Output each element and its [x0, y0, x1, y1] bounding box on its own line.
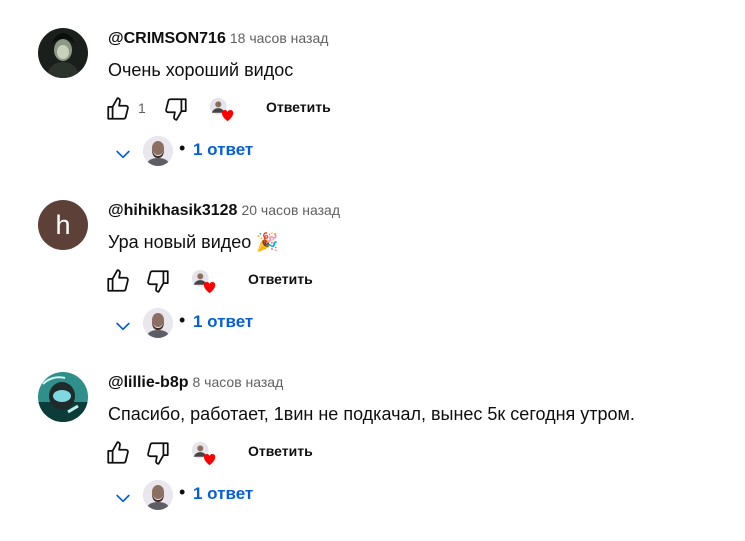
like-icon[interactable]	[105, 440, 131, 466]
avatar[interactable]: h	[38, 200, 88, 250]
like-icon[interactable]	[105, 96, 131, 122]
comment-time[interactable]: 8 часов назад	[193, 374, 284, 390]
chevron-down-icon	[113, 488, 133, 508]
like-icon[interactable]	[105, 268, 131, 294]
reply-button[interactable]: Ответить	[266, 99, 331, 115]
replies-count[interactable]: 1 ответ	[193, 484, 253, 504]
replies-count[interactable]: 1 ответ	[193, 312, 253, 332]
avatar[interactable]	[38, 28, 88, 78]
reply-avatar	[143, 480, 173, 510]
reply-avatar	[143, 136, 173, 166]
chevron-down-icon	[113, 316, 133, 336]
comment-author[interactable]: @lillie-b8p	[108, 374, 189, 391]
avatar[interactable]	[38, 372, 88, 422]
comment-text: Очень хороший видос	[108, 60, 294, 80]
chevron-down-icon	[113, 144, 133, 164]
comment-author[interactable]: @CRIMSON716	[108, 30, 226, 47]
reply-button[interactable]: Ответить	[248, 271, 313, 287]
creator-heart-icon	[190, 440, 218, 468]
comment-text: Ура новый видео 🎉	[108, 232, 279, 252]
dislike-icon[interactable]	[145, 268, 171, 294]
separator-dot: •	[179, 482, 186, 502]
comment-text: Спасибо, работает, 1вин не подкачал, вын…	[108, 404, 635, 424]
dark-portrait-avatar	[38, 28, 88, 78]
replies-count[interactable]: 1 ответ	[193, 140, 253, 160]
creator-heart-icon	[190, 268, 218, 296]
reply-avatar	[143, 308, 173, 338]
comment-author[interactable]: @hihikhasik3128	[108, 202, 237, 219]
comment-header: @hihikhasik3128 20 часов назад	[108, 202, 340, 220]
creator-heart-icon	[208, 96, 236, 124]
comment-time[interactable]: 18 часов назад	[230, 30, 329, 46]
dislike-icon[interactable]	[145, 440, 171, 466]
comment-header: @CRIMSON716 18 часов назад	[108, 30, 328, 48]
comment-header: @lillie-b8p 8 часов назад	[108, 374, 283, 392]
teal-helmet-avatar	[38, 372, 88, 422]
comment-time[interactable]: 20 часов назад	[241, 202, 340, 218]
separator-dot: •	[179, 310, 186, 330]
reply-button[interactable]: Ответить	[248, 443, 313, 459]
separator-dot: •	[179, 138, 186, 158]
like-count: 1	[138, 100, 146, 116]
dislike-icon[interactable]	[163, 96, 189, 122]
